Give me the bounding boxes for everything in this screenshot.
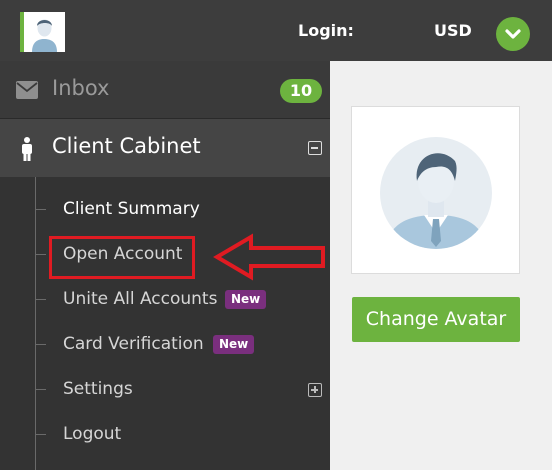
login-label: Login: bbox=[298, 21, 354, 40]
tree-branch bbox=[35, 389, 46, 390]
sidebar-item-settings[interactable]: Settings bbox=[0, 367, 330, 412]
client-cabinet-label: Client Cabinet bbox=[52, 134, 201, 158]
inbox-count-badge: 10 bbox=[280, 79, 322, 103]
sidebar-item-inbox[interactable]: Inbox 10 bbox=[0, 61, 330, 119]
collapse-icon[interactable] bbox=[308, 141, 322, 155]
top-bar: Login: USD bbox=[0, 0, 552, 61]
avatar-image bbox=[380, 137, 492, 249]
expand-icon[interactable] bbox=[308, 383, 322, 397]
pointer-arrow-icon bbox=[213, 233, 325, 281]
new-badge: New bbox=[213, 335, 255, 354]
sidebar-item-unite-all-accounts[interactable]: Unite All Accounts New bbox=[0, 277, 330, 322]
sidebar-item-card-verification[interactable]: Card Verification New bbox=[0, 322, 330, 367]
person-icon bbox=[22, 137, 32, 161]
chevron-down-icon bbox=[505, 29, 521, 39]
user-avatar-thumbnail[interactable] bbox=[20, 12, 65, 52]
sidebar-item-label: Unite All Accounts bbox=[63, 289, 218, 309]
envelope-icon bbox=[16, 81, 38, 99]
sidebar-item-label: Card Verification bbox=[63, 334, 204, 354]
tree-branch bbox=[35, 254, 46, 255]
client-cabinet-submenu: Client Summary Open Account Unite All Ac… bbox=[0, 177, 330, 470]
tree-branch bbox=[35, 299, 46, 300]
avatar-card bbox=[351, 106, 520, 274]
sidebar-item-client-summary[interactable]: Client Summary bbox=[0, 187, 330, 232]
inbox-label: Inbox bbox=[52, 76, 110, 100]
highlight-box bbox=[49, 236, 195, 279]
tree-branch bbox=[35, 344, 46, 345]
new-badge: New bbox=[225, 290, 267, 309]
tree-branch bbox=[35, 209, 46, 210]
tree-branch bbox=[35, 434, 46, 435]
sidebar-item-label: Settings bbox=[63, 379, 133, 399]
sidebar-item-logout[interactable]: Logout bbox=[0, 412, 330, 457]
sidebar-item-label: Client Summary bbox=[63, 199, 200, 219]
sidebar-item-client-cabinet[interactable]: Client Cabinet bbox=[0, 119, 330, 177]
user-avatar-icon bbox=[24, 12, 65, 52]
account-menu-toggle[interactable] bbox=[496, 17, 530, 51]
sidebar-item-label: Logout bbox=[63, 424, 122, 444]
change-avatar-button[interactable]: Change Avatar bbox=[352, 297, 520, 342]
currency-label: USD bbox=[434, 21, 472, 40]
